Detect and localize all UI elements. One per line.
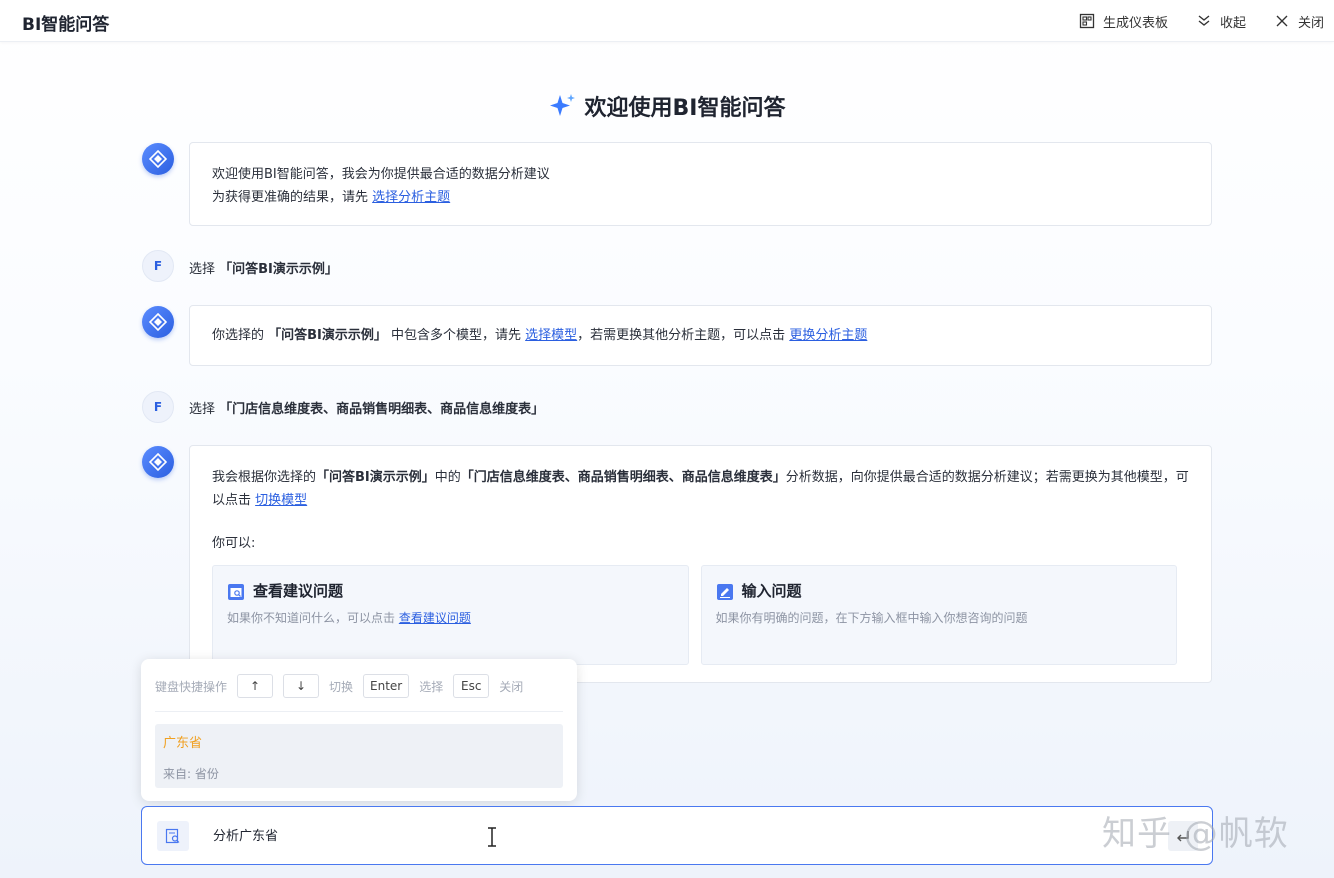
change-topic-link[interactable]: 更换分析主题 (789, 328, 867, 343)
top-actions: 生成仪表板 收起 关闭 (1051, 0, 1324, 42)
generate-dashboard-button[interactable]: 生成仪表板 (1079, 12, 1168, 31)
sparkle-icon (549, 93, 577, 125)
user-message-prefix: 选择 (189, 402, 220, 417)
view-suggested-link[interactable]: 查看建议问题 (399, 611, 471, 625)
welcome-line-2: 为获得更准确的结果，请先 选择分析主题 (212, 186, 1189, 209)
shortcut-label: 键盘快捷操作 (155, 679, 228, 694)
watermark: 知乎 @帆软 (1102, 814, 1289, 854)
m2-prefix: 你选择的 (212, 328, 269, 343)
top-bar: BI智能问答 生成仪表板 收起 关闭 (0, 0, 1334, 42)
question-input[interactable] (213, 827, 913, 842)
bot-avatar (142, 446, 174, 478)
down-key: ↓ (283, 674, 320, 698)
close-icon (1274, 13, 1290, 29)
keyboard-shortcuts: 键盘快捷操作 ↑ ↓ 切换 Enter 选择 Esc 关闭 (155, 673, 563, 699)
bot-logo-icon (149, 453, 167, 471)
bot-avatar (142, 306, 174, 338)
up-key: ↑ (237, 674, 274, 698)
user-message-value: 「问答BI演示示例」 (219, 262, 338, 277)
m2-mid: 中包含多个模型，请先 (386, 328, 526, 343)
edit-icon (716, 583, 734, 601)
card1-desc: 如果你不知道问什么，可以点击 查看建议问题 (227, 607, 674, 630)
question-input-bar (141, 806, 1213, 865)
card1-desc-text: 如果你不知道问什么，可以点击 (227, 611, 399, 625)
suggestion-source: 来自: 省份 (163, 767, 219, 781)
user-avatar: F (142, 250, 174, 282)
esc-key: Esc (453, 674, 490, 698)
welcome-title: 欢迎使用BI智能问答 (0, 90, 1334, 125)
you-can-label: 你可以: (212, 536, 256, 551)
user-message-prefix: 选择 (189, 262, 220, 277)
card-title: 查看建议问题 (227, 580, 674, 603)
user-message-topic: 选择 「问答BI演示示例」 (189, 258, 338, 277)
close-label: 关闭 (1297, 15, 1324, 31)
user-message-value: 「门店信息维度表、商品销售明细表、商品信息维度表」 (219, 402, 545, 417)
user-message-tables: 选择 「门店信息维度表、商品销售明细表、商品信息维度表」 (189, 398, 544, 417)
bot-message-welcome: 欢迎使用BI智能问答，我会为你提供最合适的数据分析建议 为获得更准确的结果，请先… (189, 142, 1212, 226)
bot-avatar (142, 143, 174, 175)
user-avatar: F (142, 391, 174, 423)
view-suggested-questions-card[interactable]: 查看建议问题 如果你不知道问什么，可以点击 查看建议问题 (212, 565, 689, 665)
collapse-icon (1196, 13, 1212, 29)
select-label: 选择 (419, 679, 444, 694)
bot-message-analysis: 我会根据你选择的「问答BI演示示例」中的「门店信息维度表、商品销售明细表、商品信… (189, 445, 1212, 683)
collapse-button[interactable]: 收起 (1196, 12, 1246, 31)
suggestion-title: 广东省 (163, 736, 203, 751)
divider (155, 711, 563, 712)
welcome-line-2-text: 为获得更准确的结果，请先 (212, 190, 373, 205)
select-topic-link[interactable]: 选择分析主题 (372, 190, 450, 205)
generate-dashboard-label: 生成仪表板 (1102, 15, 1168, 31)
dashboard-icon (1079, 13, 1095, 29)
input-question-card[interactable]: 输入问题 如果你有明确的问题，在下方输入框中输入你想咨询的问题 (700, 565, 1177, 665)
autocomplete-popup: 键盘快捷操作 ↑ ↓ 切换 Enter 选择 Esc 关闭 广东省 来自: 省份 (141, 659, 577, 801)
m3-t2: 中的 (434, 470, 461, 485)
m3-t1: 我会根据你选择的 (212, 470, 317, 485)
m2-mid2: ，若需更换其他分析主题，可以点击 (577, 328, 790, 343)
welcome-line-1: 欢迎使用BI智能问答，我会为你提供最合适的数据分析建议 (212, 167, 550, 182)
card2-desc: 如果你有明确的问题，在下方输入框中输入你想咨询的问题 (715, 611, 1028, 625)
app-title: BI智能问答 (22, 15, 110, 35)
search-doc-icon[interactable] (157, 821, 189, 851)
bot-logo-icon (149, 150, 167, 168)
switch-model-link[interactable]: 切换模型 (255, 493, 307, 508)
card2-title: 输入问题 (741, 582, 802, 600)
close-button[interactable]: 关闭 (1274, 12, 1324, 31)
bot-logo-icon (149, 313, 167, 331)
switch-label: 切换 (329, 679, 354, 694)
welcome-title-text: 欢迎使用BI智能问答 (584, 96, 786, 121)
close-hint-label: 关闭 (499, 679, 524, 694)
option-cards: 查看建议问题 如果你不知道问什么，可以点击 查看建议问题 输入问题 如果你有明确… (212, 565, 1189, 665)
m3-text: 我会根据你选择的「问答BI演示示例」中的「门店信息维度表、商品销售明细表、商品信… (212, 466, 1189, 512)
enter-key: Enter (363, 674, 410, 698)
suggestion-item[interactable]: 广东省 来自: 省份 (155, 724, 563, 788)
text-cursor-icon (486, 826, 498, 852)
m3-b1: 「问答BI演示示例」 (316, 470, 435, 485)
bot-message-model: 你选择的 「问答BI演示示例」 中包含多个模型，请先 选择模型，若需更换其他分析… (189, 305, 1212, 366)
m3-b2: 「门店信息维度表、商品销售明细表、商品信息维度表」 (460, 470, 786, 485)
collapse-label: 收起 (1219, 15, 1246, 31)
card-title: 输入问题 (716, 580, 1163, 603)
card1-title: 查看建议问题 (253, 582, 344, 600)
suggestion-doc-icon (227, 583, 245, 601)
select-model-link[interactable]: 选择模型 (525, 328, 577, 343)
m2-topic: 「问答BI演示示例」 (268, 328, 387, 343)
